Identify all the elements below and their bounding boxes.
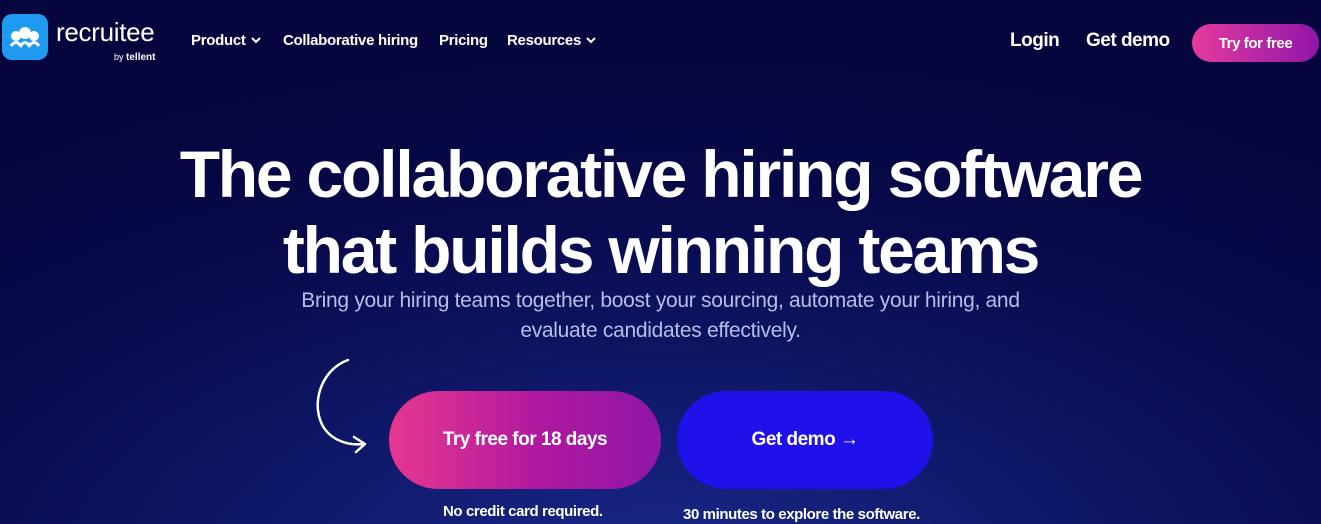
nav-resources-label: Resources xyxy=(507,32,582,49)
recruitee-logo[interactable]: recruitee by tellent xyxy=(2,14,156,63)
nav-collaborative-hiring[interactable]: Collaborative hiring xyxy=(283,32,418,49)
hero-subtitle: Bring your hiring teams together, boost … xyxy=(0,286,1321,346)
hero-title-line-1: The collaborative hiring software xyxy=(179,137,1144,211)
curved-arrow-icon xyxy=(316,358,367,454)
demo-duration-note: 30 minutes to explore the software. xyxy=(683,506,920,523)
hero-title: The collaborative hiring software that b… xyxy=(0,136,1321,288)
nav-pricing-label: Pricing xyxy=(439,32,488,49)
nav-product-label: Product xyxy=(191,32,246,49)
nav-resources[interactable]: Resources xyxy=(507,32,596,49)
try-free-trial-button[interactable]: Try free for 18 days xyxy=(389,391,661,489)
brand-name: recruitee xyxy=(56,17,155,47)
top-navigation: recruitee by tellent Product Collaborati… xyxy=(0,0,1321,86)
nav-pricing[interactable]: Pricing xyxy=(439,32,488,49)
get-demo-button[interactable]: Get demo → xyxy=(677,391,933,489)
hero-subtitle-line-1: Bring your hiring teams together, boost … xyxy=(301,289,1020,312)
chevron-down-icon xyxy=(586,37,596,44)
get-demo-link[interactable]: Get demo xyxy=(1086,30,1170,52)
people-icon xyxy=(2,14,48,60)
brand-byline: by tellent xyxy=(114,52,156,63)
no-credit-card-note: No credit card required. xyxy=(443,503,603,520)
nav-product[interactable]: Product xyxy=(191,32,261,49)
nav-collaborative-hiring-label: Collaborative hiring xyxy=(283,32,418,49)
hero-subtitle-line-2: evaluate candidates effectively. xyxy=(520,319,801,342)
hero-title-line-2: that builds winning teams xyxy=(282,213,1041,287)
try-for-free-button[interactable]: Try for free xyxy=(1192,24,1319,62)
chevron-down-icon xyxy=(250,37,261,44)
login-link[interactable]: Login xyxy=(1010,30,1060,52)
